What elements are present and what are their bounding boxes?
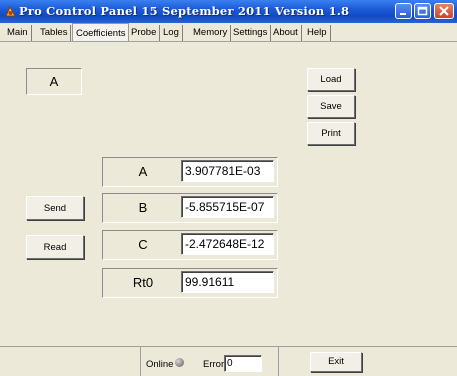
tab-memory[interactable]: Memory	[190, 25, 232, 41]
coefficient-c-field[interactable]: -2.472648E-12	[181, 233, 274, 255]
exit-button[interactable]: Exit	[310, 352, 362, 372]
online-label: Online	[146, 359, 174, 370]
tab-main[interactable]: Main	[4, 25, 32, 41]
read-button[interactable]: Read	[26, 235, 84, 259]
tab-settings[interactable]: Settings	[230, 25, 272, 41]
save-button[interactable]: Save	[307, 95, 355, 118]
status-bar: Online Error 0 Exit	[0, 346, 457, 376]
tab-probe[interactable]: Probe	[128, 25, 161, 41]
coefficient-b-field[interactable]: -5.855715E-07	[181, 196, 274, 218]
tab-tables[interactable]: Tables	[37, 25, 72, 41]
maximize-icon[interactable]	[414, 3, 431, 19]
tab-log[interactable]: Log	[160, 25, 183, 41]
coefficient-b-label: B	[138, 200, 148, 215]
tab-about[interactable]: About	[270, 25, 302, 41]
coefficient-a-field[interactable]: 3.907781E-03	[181, 160, 274, 182]
coefficient-rt0-label: Rt0	[132, 275, 154, 290]
coefficient-c-label: C	[138, 237, 148, 252]
tab-help[interactable]: Help	[304, 25, 331, 41]
online-indicator	[175, 358, 184, 367]
coefficient-a-label: A	[138, 164, 148, 179]
status-divider	[140, 347, 141, 376]
coefficient-selector[interactable]: A	[26, 68, 82, 95]
title-bar[interactable]: Pro Control Panel 15 September 2011 Vers…	[0, 0, 457, 23]
tab-strip: Main Tables Coefficients Probe Log Memor…	[0, 23, 457, 42]
error-label: Error	[203, 359, 225, 370]
load-button[interactable]: Load	[307, 68, 355, 91]
tab-coefficients[interactable]: Coefficients	[72, 23, 130, 42]
minimize-icon[interactable]	[395, 3, 412, 19]
close-icon[interactable]	[434, 3, 454, 19]
status-divider	[278, 347, 279, 376]
app-icon	[4, 5, 17, 18]
print-button[interactable]: Print	[307, 122, 355, 145]
error-field[interactable]: 0	[224, 355, 262, 372]
send-button[interactable]: Send	[26, 196, 84, 220]
window-title: Pro Control Panel 15 September 2011 Vers…	[19, 4, 350, 18]
coefficient-rt0-field[interactable]: 99.91611	[181, 271, 274, 293]
coefficients-panel: A Load Save Print Send Read A B C Rt0 3.…	[0, 41, 457, 342]
